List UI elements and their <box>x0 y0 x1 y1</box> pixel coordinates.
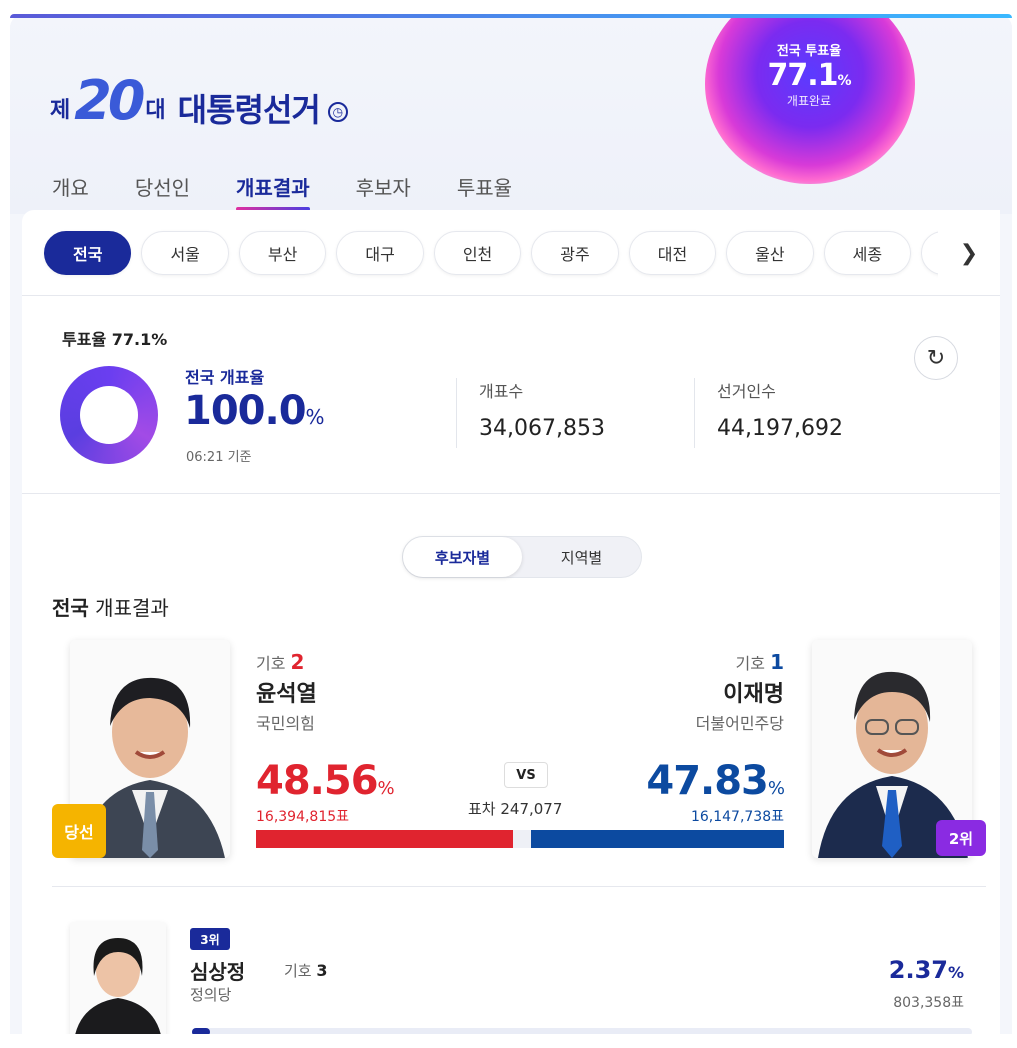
counting-stats: 투표율 77.1% 전국 개표율 100.0% 06:21 기준 개표수 34,… <box>22 296 1000 494</box>
title-prefix: 제 <box>50 98 71 123</box>
candidate-yoon: 기호 2 윤석열 국민의힘 48.56% 16,394,815표 <box>256 650 395 826</box>
counted-value: 34,067,853 <box>479 416 605 441</box>
rank-badge: 2위 <box>936 820 986 856</box>
region-pill-gwangju[interactable]: 광주 <box>531 230 619 275</box>
page-title: 제 20 대 대통령선거 ◷ <box>50 58 348 128</box>
vote-share-bar <box>192 1028 972 1034</box>
region-pill-seoul[interactable]: 서울 <box>141 230 229 275</box>
rank-badge: 3위 <box>190 928 230 950</box>
vote-share-sim <box>192 1028 211 1034</box>
candidate-photo-sim[interactable] <box>70 922 166 1034</box>
region-selector: 전국 서울 부산 대구 인천 광주 대전 울산 세종 경: ❯ <box>22 210 1000 296</box>
vote-gap: 표차 247,077 <box>468 800 563 818</box>
tab-overview[interactable]: 개요 <box>52 172 89 211</box>
region-pill-national[interactable]: 전국 <box>44 230 132 275</box>
region-pill-ulsan[interactable]: 울산 <box>726 230 814 275</box>
orb-status: 개표완료 <box>786 94 832 108</box>
candidate-votes: 16,394,815표 <box>256 809 350 825</box>
toggle-by-region[interactable]: 지역별 <box>522 537 641 577</box>
electorate-value: 44,197,692 <box>717 416 843 441</box>
tab-turnout[interactable]: 투표율 <box>457 172 512 211</box>
refresh-icon[interactable]: ↻ <box>914 336 958 380</box>
region-pill-daegu[interactable]: 대구 <box>336 230 424 275</box>
candidate-party: 정의당 <box>190 986 232 1004</box>
clock-info-icon[interactable]: ◷ <box>327 102 348 122</box>
as-of-time: 06:21 기준 <box>186 450 252 465</box>
orb-value: 77.1% <box>767 58 851 93</box>
candidate-lee: 기호 1 이재명 더불어민주당 47.83% 16,147,738표 <box>646 650 785 826</box>
top-accent-line <box>10 14 1012 18</box>
candidate-percent: 2.37% <box>888 956 964 984</box>
region-pill-sejong[interactable]: 세종 <box>823 230 912 275</box>
progress-label: 전국 개표율 <box>185 368 265 387</box>
title-suffix: 대 <box>145 98 166 123</box>
candidate-votes: 16,147,738표 <box>690 809 784 825</box>
candidate-number: 기호 3 <box>284 961 328 980</box>
candidate-percent: 48.56% <box>256 758 395 804</box>
title-main: 대통령선거 <box>177 91 321 129</box>
region-pill-busan[interactable]: 부산 <box>238 230 327 275</box>
toggle-by-candidate[interactable]: 후보자별 <box>403 537 522 577</box>
title-number: 20 <box>74 69 145 132</box>
tab-winner[interactable]: 당선인 <box>135 172 190 211</box>
vote-share-yoon <box>256 830 514 848</box>
candidate-name: 심상정 <box>190 960 246 984</box>
results-card: 전국 서울 부산 대구 인천 광주 대전 울산 세종 경: ❯ 투표율 77.1… <box>22 210 1000 1034</box>
vote-share-lee <box>531 830 784 848</box>
region-pill-daejeon[interactable]: 대전 <box>628 230 717 275</box>
divider <box>52 886 986 887</box>
vs-badge: VS <box>504 762 548 788</box>
main-tabs: 개요 당선인 개표결과 후보자 투표율 <box>52 172 512 211</box>
turnout-label: 투표율 77.1% <box>62 330 168 349</box>
winner-badge: 당선 <box>52 804 106 858</box>
candidate-number: 기호 1 <box>735 650 784 674</box>
orb-label: 전국 투표율 <box>776 44 842 59</box>
view-toggle: 후보자별 지역별 <box>402 536 642 578</box>
progress-donut <box>60 366 158 464</box>
election-panel: 전국 투표율 77.1% 개표완료 제 20 대 대통령선거 ◷ 개요 당선인 … <box>10 14 1012 1034</box>
chevron-right-icon[interactable]: ❯ <box>938 210 1000 295</box>
candidate-party: 더불어민주당 <box>695 714 784 733</box>
vote-share-bar <box>256 830 784 848</box>
candidate-name: 이재명 <box>723 682 784 707</box>
tab-results[interactable]: 개표결과 <box>236 172 310 211</box>
region-pill-incheon[interactable]: 인천 <box>433 230 522 275</box>
candidate-percent: 47.83% <box>646 758 785 804</box>
counted-votes: 개표수 34,067,853 <box>456 378 605 448</box>
electorate: 선거인수 44,197,692 <box>694 378 843 448</box>
electorate-label: 선거인수 <box>717 382 776 401</box>
vote-share-other <box>513 830 532 848</box>
counted-label: 개표수 <box>479 382 524 401</box>
candidate-name: 윤석열 <box>256 682 317 707</box>
tab-candidates[interactable]: 후보자 <box>356 172 411 211</box>
progress-value: 100.0% <box>184 388 325 434</box>
section-title: 전국 개표결과 <box>52 596 169 620</box>
turnout-orb-text: 전국 투표율 77.1% 개표완료 <box>755 32 863 140</box>
candidate-votes: 803,358표 <box>893 995 964 1011</box>
candidate-number: 기호 2 <box>256 650 305 674</box>
candidate-party: 국민의힘 <box>256 714 315 733</box>
